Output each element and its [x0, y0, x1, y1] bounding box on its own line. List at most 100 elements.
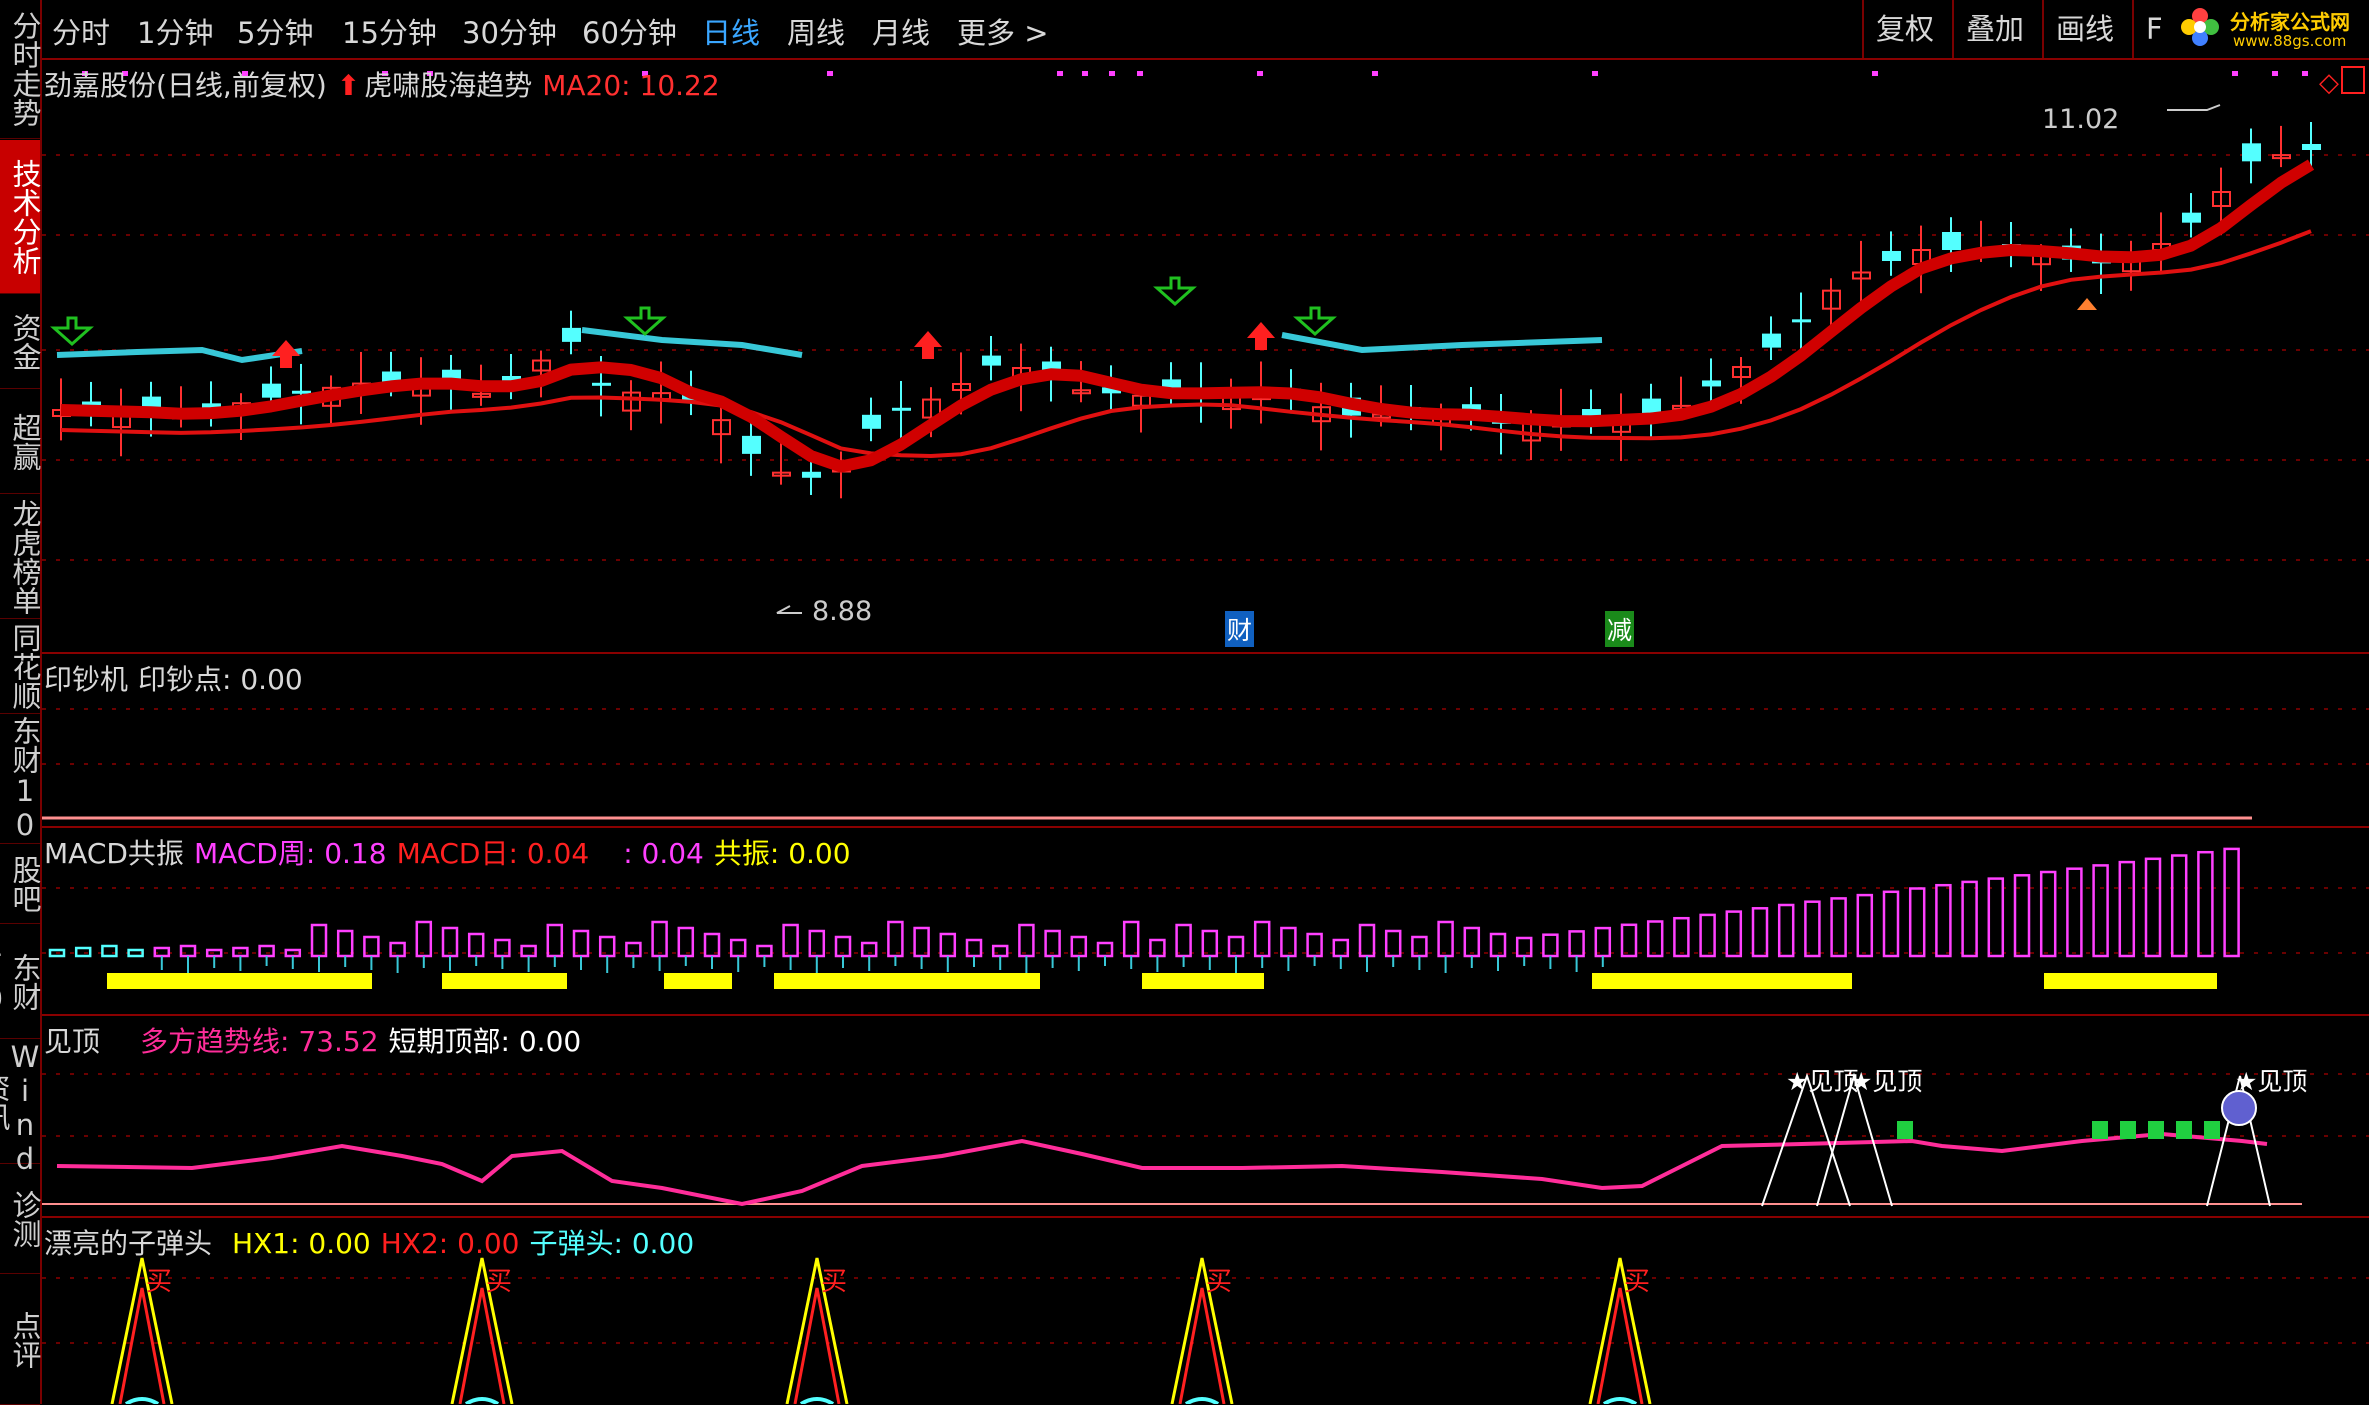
sidebar-item-4[interactable]: 龙虎榜单 — [0, 495, 42, 619]
macd-bar — [1961, 880, 1978, 958]
bullet-panel[interactable]: 买 买 买 买 买 漂亮的子弹头 HX1: 0.00 HX2: 0.00 子弹头: 0.00 — [42, 1218, 2369, 1404]
period-tab-4[interactable]: 30分钟 — [462, 10, 557, 52]
site-logo: 分析家公式网 www.88gs.com — [2175, 2, 2365, 54]
high-price-label: 11.02 — [2042, 104, 2120, 135]
macd-bar — [1908, 887, 1926, 958]
marker-dot — [827, 71, 833, 76]
candle-down — [262, 383, 281, 398]
green-signal-block — [2092, 1121, 2108, 1139]
green-signal-block — [2204, 1121, 2220, 1139]
period-tab-0[interactable]: 分时 — [52, 10, 110, 52]
macd-bar — [2092, 864, 2109, 958]
macd-bar — [1856, 893, 1874, 958]
macd-bar — [1699, 913, 1716, 958]
macd-bar — [1987, 877, 2005, 958]
sidebar-item-11[interactable]: 点评 — [0, 1275, 42, 1405]
stock-title: 劲嘉股份(日线,前复权) — [44, 69, 327, 102]
buy-arrow-icon — [1153, 276, 1197, 307]
bullet-base — [464, 1397, 500, 1404]
macd-bar — [441, 926, 459, 958]
macd-bar — [1594, 926, 1612, 958]
macd-bar — [2197, 850, 2214, 958]
macd-bar — [1096, 941, 1114, 958]
resonance-bar — [107, 973, 372, 989]
sidebar-item-5[interactable]: 同花顺 — [0, 620, 42, 714]
bullet-hx2 — [118, 1287, 166, 1404]
period-tab-2[interactable]: 5分钟 — [237, 10, 313, 52]
sidebar-item-10[interactable]: 诊测 — [0, 1165, 42, 1274]
macd-week: MACD周: 0.18 — [193, 837, 387, 870]
macd-bar — [913, 926, 930, 958]
macd-bar — [1358, 923, 1376, 958]
macd-bar — [2223, 847, 2240, 958]
bullet-hx2 — [1178, 1287, 1226, 1404]
macd-bar — [1751, 907, 1769, 958]
macd-bar — [2039, 870, 2057, 958]
top-signal-label: ★见顶 — [1786, 1067, 1859, 1096]
period-tab-5[interactable]: 60分钟 — [582, 10, 677, 52]
top-signal-label: ★见顶 — [1850, 1067, 1923, 1096]
macd-bar — [101, 944, 118, 958]
candle-down — [292, 390, 311, 394]
diamond-icon[interactable]: ◇ — [2319, 68, 2339, 98]
kline-panel[interactable]: 劲嘉股份(日线,前复权) ⬆ 虎啸股海趋势 MA20: 10.22 ◇ 11.02 8… — [42, 60, 2369, 654]
finance-badge[interactable]: 财 — [1225, 611, 1255, 647]
period-tab-7[interactable]: 周线 — [787, 10, 845, 52]
period-tab-3[interactable]: 15分钟 — [342, 10, 437, 52]
top-signal-panel[interactable]: 见顶 多方趋势线: 73.52 短期顶部: 0.00 ★见顶 ★见顶 ★见顶 — [42, 1016, 2369, 1218]
draw-line-button[interactable]: 画线 — [2042, 0, 2126, 58]
macd-bar — [1175, 923, 1192, 958]
macd-bar — [2118, 860, 2136, 958]
high-pointer — [2167, 104, 2221, 111]
candle-down — [1942, 232, 1961, 250]
green-signal-block — [1897, 1121, 1913, 1139]
candle-down — [1882, 251, 1901, 261]
sidebar-item-3[interactable]: 超赢 — [0, 390, 42, 494]
period-tab-9[interactable]: 更多 > — [957, 10, 1049, 52]
bullet-base — [1184, 1397, 1220, 1404]
sidebar-item-8[interactable]: 东财F9 — [0, 925, 42, 1039]
marker-dot — [1137, 71, 1143, 76]
bullet-hx2 — [793, 1287, 841, 1404]
panel-toggle-icon[interactable] — [2341, 66, 2365, 94]
sidebar-item-9[interactable]: Wind资讯 — [0, 1040, 42, 1176]
buy-label: 买 — [146, 1267, 172, 1297]
macd-bar — [1777, 903, 1795, 958]
fuquan-button[interactable]: 复权 — [1862, 0, 1946, 58]
marker-dot — [1592, 71, 1598, 76]
ma20-line — [60, 229, 2312, 459]
yinchao-panel[interactable]: 印钞机 印钞点: 0.00 — [42, 654, 2369, 828]
macd-bar — [389, 941, 406, 958]
macd-bar — [677, 926, 695, 958]
marker-dot — [2272, 71, 2278, 76]
f-button[interactable]: F — [2132, 0, 2175, 58]
top-signal-label: ★见顶 — [2235, 1067, 2308, 1096]
marker-dot — [2302, 71, 2308, 76]
macd-panel[interactable]: MACD共振 MACD周: 0.18 MACD日: 0.04: 0.04 共振: 0.… — [42, 828, 2369, 1016]
candle-down — [1762, 333, 1781, 348]
bullet-base — [124, 1397, 160, 1404]
sidebar-item-2[interactable]: 资金 — [0, 295, 42, 389]
overlay-button[interactable]: 叠加 — [1952, 0, 2036, 58]
macd-bar — [1253, 920, 1271, 958]
macd-bar — [2066, 867, 2083, 958]
candle-down — [2242, 143, 2261, 162]
yinchao-point: 印钞点: 0.00 — [138, 663, 303, 696]
period-tab-1[interactable]: 1分钟 — [137, 10, 213, 52]
sidebar-item-0[interactable]: 分时走势 — [0, 0, 42, 139]
sidebar-item-6[interactable]: 东财10 — [0, 715, 42, 844]
sidebar-item-7[interactable]: 股吧 — [0, 845, 42, 924]
period-tab-6[interactable]: 日线 — [702, 10, 760, 52]
sidebar-item-1[interactable]: 技术分析 — [0, 140, 42, 294]
reduce-badge[interactable]: 减 — [1605, 611, 1635, 647]
trend-band-down — [581, 327, 803, 358]
macd-bar — [625, 941, 642, 958]
kline-chart[interactable] — [42, 60, 2369, 652]
macd-bar — [1437, 920, 1454, 958]
macd-bar — [860, 941, 878, 958]
macd-resonance: 共振: 0.00 — [713, 837, 851, 870]
up-arrow-icon — [1247, 322, 1275, 350]
macd-bar — [808, 929, 826, 958]
macd-bar — [1935, 883, 1952, 958]
period-tab-8[interactable]: 月线 — [872, 10, 930, 52]
